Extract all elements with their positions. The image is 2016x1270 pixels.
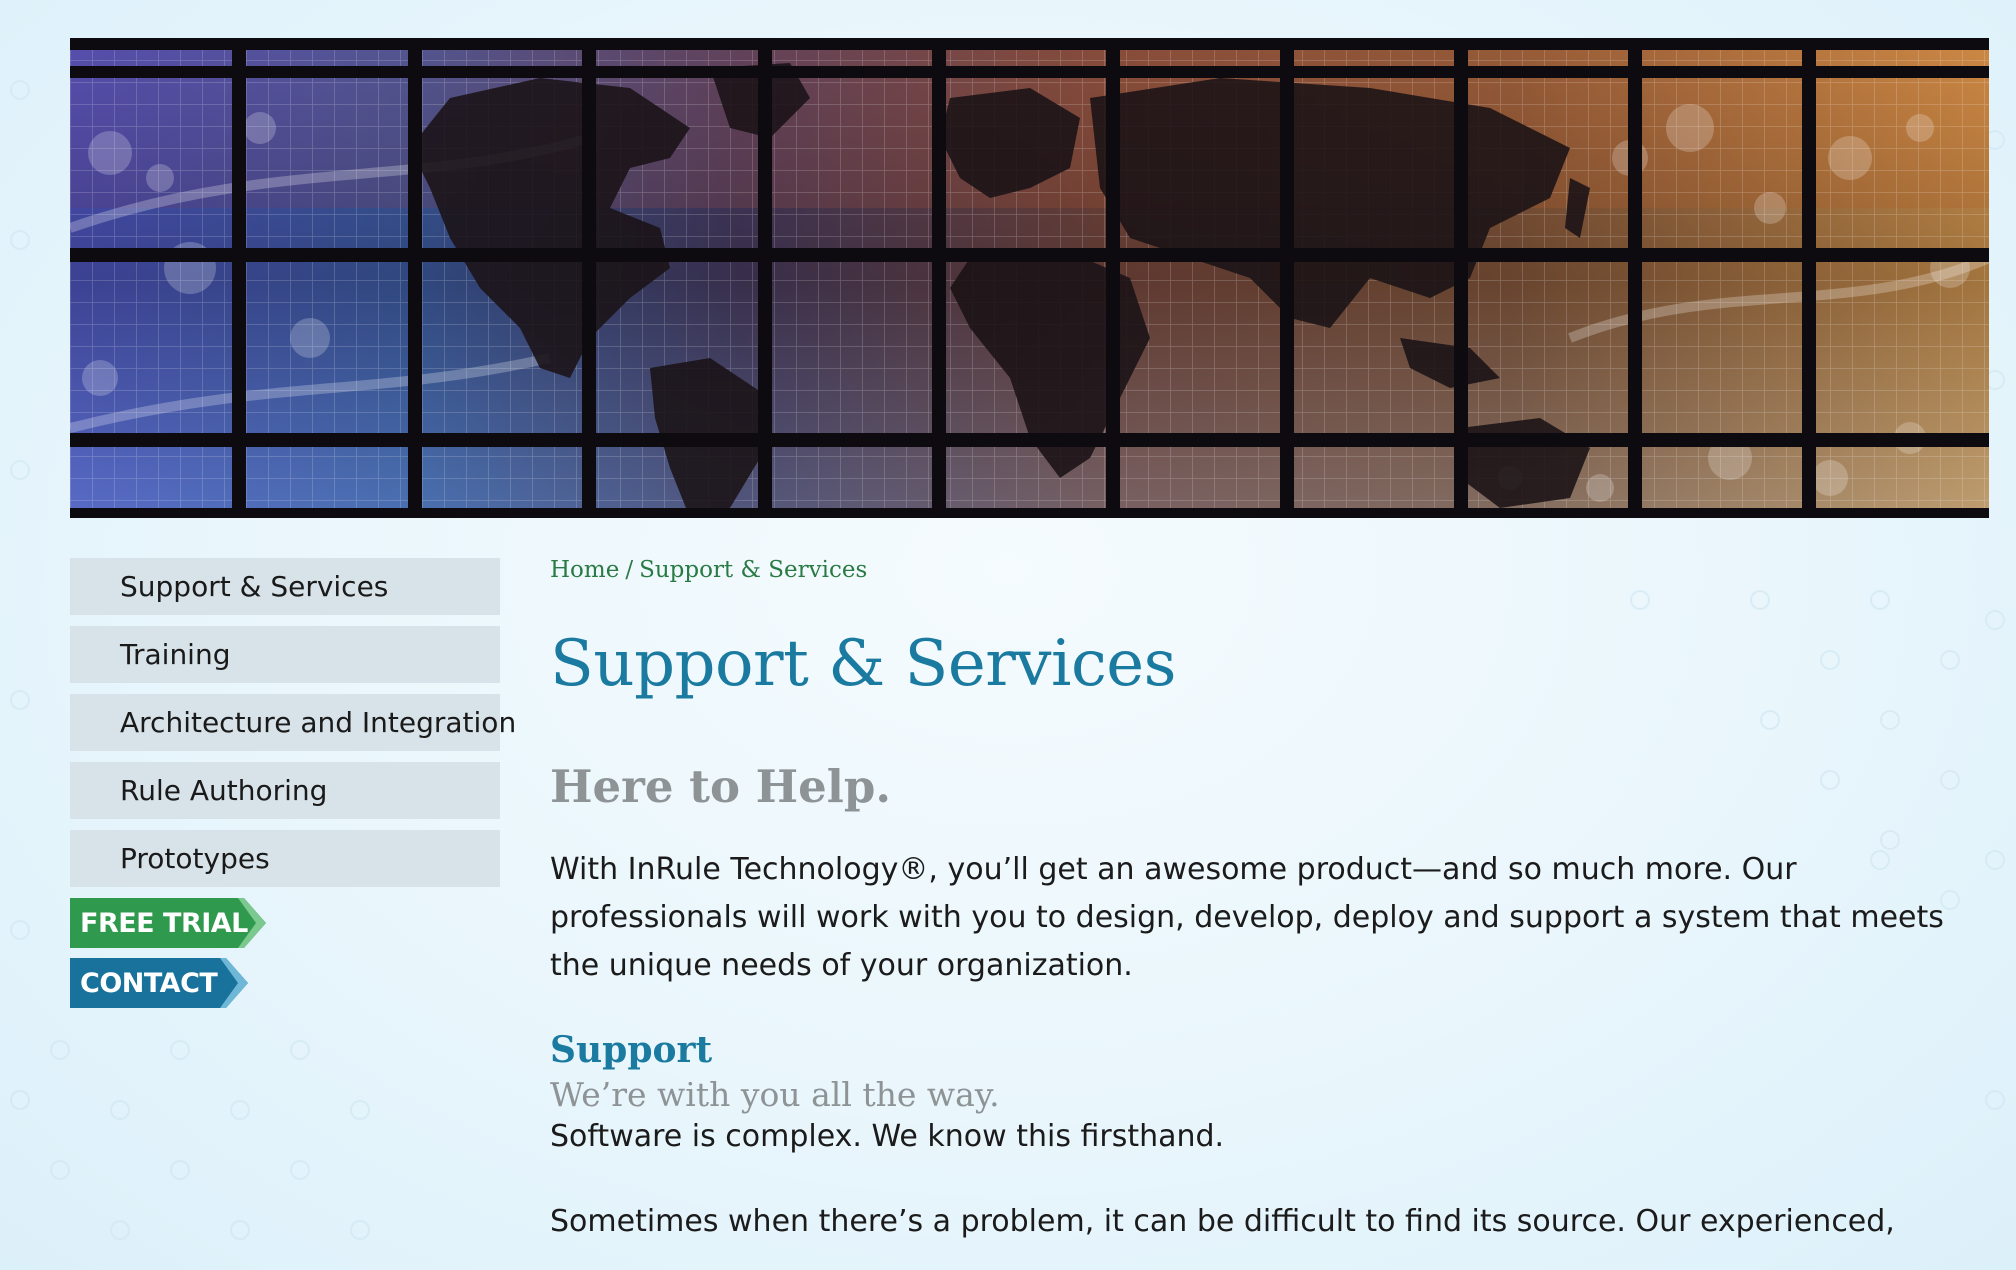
sidebar-item-rule-authoring[interactable]: Rule Authoring [70, 762, 500, 819]
main-content: Home / Support & Services Support & Servic… [550, 550, 1970, 1243]
free-trial-label: FREE TRIAL [80, 907, 248, 939]
breadcrumb-home-link[interactable]: Home [550, 557, 619, 583]
breadcrumb: Home / Support & Services [550, 550, 1970, 590]
intro-paragraph: With InRule Technology®, you’ll get an a… [550, 852, 1944, 983]
sidebar-item-support-services[interactable]: Support & Services [70, 558, 500, 615]
support-paragraph-1: Software is complex. We know this firsth… [550, 1119, 1225, 1154]
support-paragraph-2: Sometimes when there’s a problem, it can… [550, 1204, 1895, 1239]
contact-button[interactable]: CONTACT [70, 958, 248, 1008]
sidebar-item-training[interactable]: Training [70, 626, 500, 683]
support-heading: Support [550, 1029, 713, 1071]
world-map-banner-image [70, 38, 1989, 518]
free-trial-button[interactable]: FREE TRIAL [70, 898, 266, 948]
page-subtitle: Here to Help. [550, 760, 891, 813]
breadcrumb-separator: / [625, 557, 634, 583]
support-subheading: We’re with you all the way. [550, 1075, 1000, 1114]
breadcrumb-current-link[interactable]: Support & Services [639, 557, 867, 583]
sidebar-nav: Support & Services Training Architecture… [70, 558, 516, 1008]
page-title: Support & Services [550, 627, 1177, 701]
sidebar-item-architecture-integration[interactable]: Architecture and Integration [70, 694, 516, 751]
sidebar-item-prototypes[interactable]: Prototypes [70, 830, 500, 887]
contact-label: CONTACT [80, 967, 218, 999]
hero-banner [70, 38, 1989, 518]
